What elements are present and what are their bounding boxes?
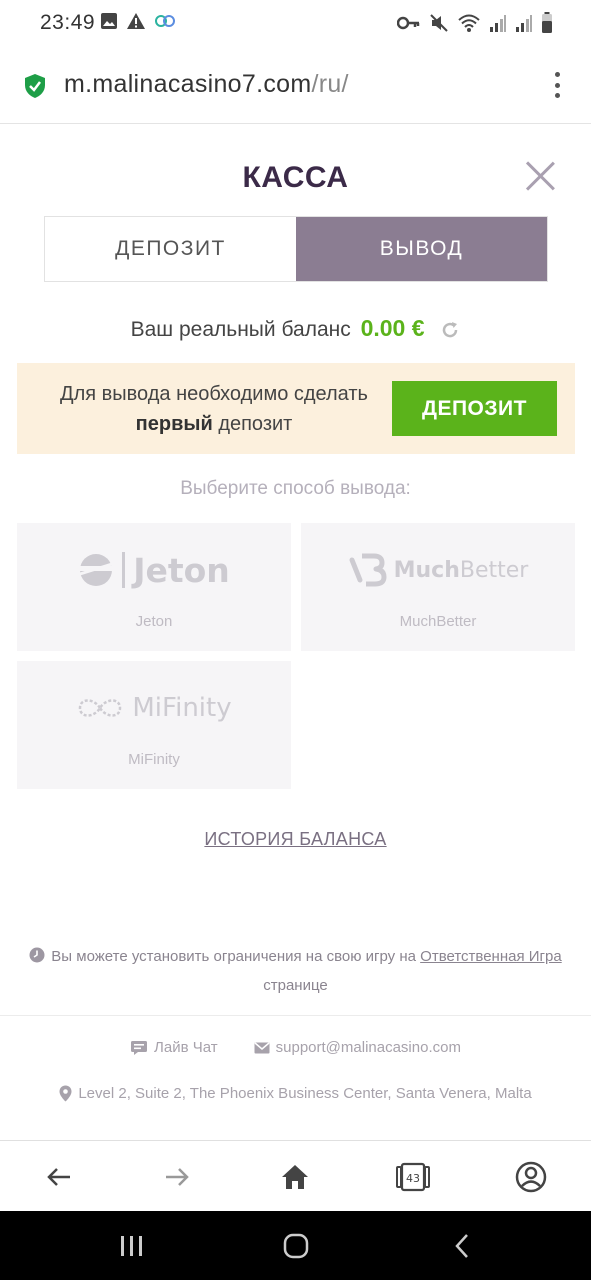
jeton-logo-icon: [79, 554, 113, 586]
link-icon: [155, 15, 175, 27]
muchbetter-logo: Much Better: [301, 547, 575, 593]
method-label: Jeton: [135, 613, 173, 630]
jeton-logo: Jeton: [17, 547, 291, 593]
muchbetter-logo-text-much: Much: [393, 557, 460, 583]
warning-icon: [127, 13, 145, 29]
url-path: /ru/: [311, 70, 349, 98]
tab-deposit[interactable]: ДЕПОЗИТ: [45, 217, 296, 281]
browser-url-bar[interactable]: m.malinacasino7.com/ru/: [0, 46, 591, 124]
cashier-tabs: ДЕПОЗИТ ВЫВОД: [44, 216, 548, 282]
responsible-gaming-link[interactable]: Ответственная Игра: [420, 948, 562, 965]
footer-address: Level 2, Suite 2, The Phoenix Business C…: [0, 1085, 591, 1102]
chat-icon: [131, 1040, 148, 1055]
withdraw-notice: Для вывода необходимо сделать первый деп…: [17, 363, 575, 454]
responsible-prefix: Вы можете установить ограничения на свою…: [51, 948, 416, 965]
key-icon: [397, 16, 420, 30]
method-label: MiFinity: [128, 751, 180, 768]
balance-value: 0.00 €: [360, 315, 425, 341]
shield-check-icon[interactable]: [24, 73, 46, 99]
notice-line1: Для вывода необходимо сделать: [60, 383, 368, 405]
live-chat-link[interactable]: Лайв Чат: [130, 1039, 218, 1056]
cashier-title: КАССА: [242, 161, 349, 194]
location-pin-icon: [59, 1085, 72, 1102]
mute-icon: [430, 14, 448, 32]
balance-history-link[interactable]: ИСТОРИЯ БАЛАНСА: [0, 829, 591, 850]
footer-contacts: Лайв Чат support@malinacasino.com: [0, 1039, 591, 1056]
jeton-logo-text: Jeton: [133, 550, 230, 590]
clock-icon: [29, 947, 45, 963]
support-email-link[interactable]: support@malinacasino.com: [254, 1039, 461, 1056]
refresh-icon[interactable]: [440, 320, 460, 340]
choose-method-label: Выберите способ вывода:: [180, 478, 411, 499]
method-mifinity[interactable]: MiFinity MiFinity: [17, 661, 291, 789]
responsible-suffix: странице: [263, 977, 328, 994]
balance-label: Ваш реальный баланс: [130, 318, 351, 341]
battery-icon: [542, 12, 552, 33]
live-chat-label: Лайв Чат: [154, 1039, 218, 1056]
mail-icon: [254, 1041, 270, 1053]
mifinity-logo: MiFinity: [17, 685, 291, 731]
home-nav-icon[interactable]: [276, 1231, 316, 1261]
status-right-icons: [397, 12, 553, 34]
url-text[interactable]: m.malinacasino7.com/ru/: [64, 70, 349, 99]
responsible-gaming-note: Вы можете установить ограничения на свою…: [20, 942, 571, 1000]
status-left-icons: [100, 12, 176, 30]
browser-menu-icon[interactable]: [553, 72, 561, 98]
notice-bold: первый: [135, 413, 213, 435]
notice-text: Для вывода необходимо сделать первый деп…: [37, 379, 391, 439]
status-bar: 23:49: [0, 0, 591, 46]
image-icon: [101, 13, 117, 29]
recents-icon[interactable]: [112, 1231, 152, 1261]
cashier-modal: КАССА ДЕПОЗИТ ВЫВОД Ваш реальный баланс …: [0, 125, 591, 1140]
url-domain: m.malinacasino7.com: [64, 70, 312, 98]
back-nav-icon[interactable]: [442, 1231, 482, 1261]
forward-arrow-icon[interactable]: [159, 1159, 195, 1195]
tab-count: 43: [406, 1172, 420, 1185]
signal-r-icon: [516, 15, 532, 32]
tab-withdraw[interactable]: ВЫВОД: [296, 217, 547, 281]
home-icon[interactable]: [277, 1159, 313, 1195]
method-jeton[interactable]: Jeton Jeton: [17, 523, 291, 651]
close-icon[interactable]: [525, 161, 555, 191]
system-nav-bar: [0, 1211, 591, 1280]
back-arrow-icon[interactable]: [41, 1159, 77, 1195]
method-muchbetter[interactable]: Much Better MuchBetter: [301, 523, 575, 651]
notice-line2: депозит: [218, 413, 293, 435]
status-time: 23:49: [40, 11, 96, 34]
deposit-button[interactable]: ДЕПОЗИТ: [392, 381, 557, 436]
method-label: MuchBetter: [399, 613, 477, 630]
mifinity-logo-icon: [79, 699, 122, 717]
muchbetter-logo-icon: [349, 553, 387, 587]
address-text: Level 2, Suite 2, The Phoenix Business C…: [78, 1085, 532, 1102]
footer-divider: [0, 1015, 591, 1016]
balance-row: Ваш реальный баланс 0.00 €: [0, 315, 591, 342]
wifi-icon: [458, 14, 480, 32]
mifinity-logo-text: MiFinity: [132, 693, 232, 723]
signal-icon: [490, 15, 506, 32]
support-email: support@malinacasino.com: [275, 1039, 461, 1056]
profile-icon[interactable]: [513, 1159, 549, 1195]
muchbetter-logo-text-better: Better: [459, 557, 529, 583]
browser-toolbar: 43: [0, 1140, 591, 1211]
tabs-icon[interactable]: 43: [395, 1159, 431, 1195]
